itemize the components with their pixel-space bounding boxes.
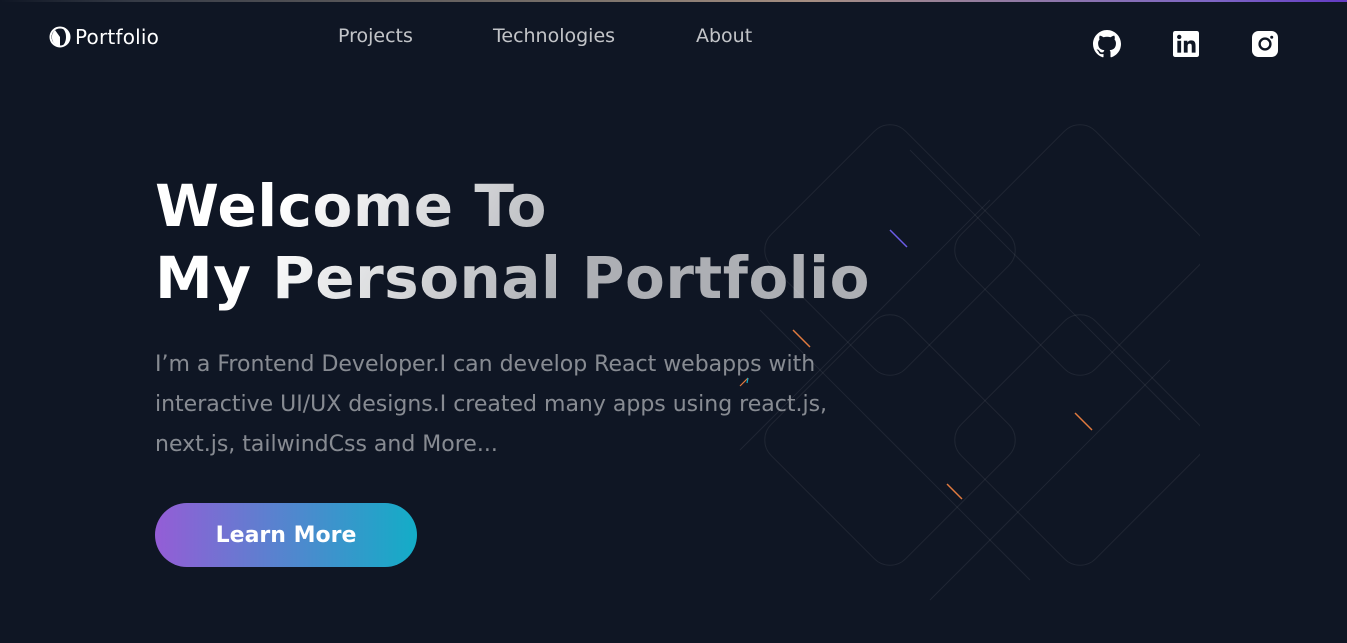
linkedin-icon[interactable] [1172,30,1200,58]
instagram-icon[interactable] [1251,30,1279,58]
hero-description: I’m a Frontend Developer.I can develop R… [155,352,828,457]
hero-section: Welcome To My Personal Portfolio I’m a F… [155,170,875,465]
logo-link[interactable]: Portfolio [49,25,159,49]
learn-more-button[interactable]: Learn More [155,503,417,567]
hero-title-line-2: My Personal Portfolio [155,244,870,312]
logo-text: Portfolio [75,25,160,49]
github-icon[interactable] [1093,30,1121,58]
portfolio-page: Portfolio Projects Technologies About We… [0,0,1347,643]
hero-title: Welcome To My Personal Portfolio [155,170,875,314]
site-header: Portfolio Projects Technologies About [0,0,1347,80]
half-circle-logo-icon [49,26,71,48]
hero-title-line-1: Welcome To [155,172,548,240]
nav-link-technologies[interactable]: Technologies [493,25,615,47]
social-links [1093,30,1279,58]
nav-link-projects[interactable]: Projects [338,25,413,47]
nav-link-about[interactable]: About [696,25,752,47]
